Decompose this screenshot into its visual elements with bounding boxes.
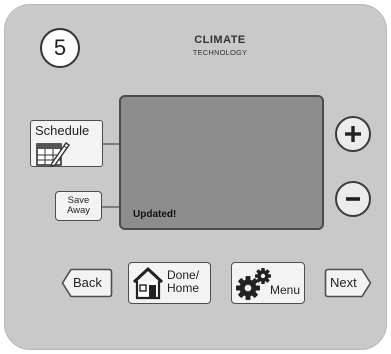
schedule-connector-line [103, 143, 119, 145]
menu-button[interactable]: Menu [231, 262, 305, 304]
menu-button-label: Menu [270, 283, 301, 297]
lcd-display: Updated! [119, 95, 324, 230]
plus-icon [345, 126, 361, 142]
schedule-button-label: Schedule [35, 123, 90, 138]
increase-button[interactable] [335, 116, 371, 152]
step-number-badge: 5 [40, 28, 80, 68]
brand-logo: CLIMATE TECHNOLOGY [180, 35, 260, 57]
save-away-label: Save Away [67, 196, 90, 216]
save-connector-line [102, 206, 119, 208]
save-away-label-line-2: Away [66, 205, 91, 216]
back-button[interactable]: Back [61, 268, 113, 298]
step-number: 5 [53, 35, 67, 60]
calendar-pencil-icon [36, 142, 70, 167]
brand-line-2: TECHNOLOGY [192, 48, 248, 57]
house-icon [132, 267, 164, 300]
schedule-button[interactable]: Schedule [30, 120, 103, 167]
minus-icon [346, 197, 360, 201]
done-home-label-line-2: Home [167, 280, 200, 295]
save-away-button[interactable]: Save Away [55, 191, 102, 221]
next-button-label: Next [330, 275, 357, 290]
gears-icon [236, 268, 271, 300]
thermostat-stage: 5 CLIMATE TECHNOLOGY Updated! Schedule S… [0, 0, 391, 354]
done-home-button[interactable]: Done/ Home [128, 262, 211, 304]
done-home-label: Done/ Home [167, 269, 199, 294]
next-button[interactable]: Next [324, 268, 372, 298]
decrease-button[interactable] [335, 181, 371, 217]
display-status-text: Updated! [133, 209, 177, 220]
back-button-label: Back [73, 275, 102, 290]
brand-line-1: CLIMATE [194, 34, 246, 46]
